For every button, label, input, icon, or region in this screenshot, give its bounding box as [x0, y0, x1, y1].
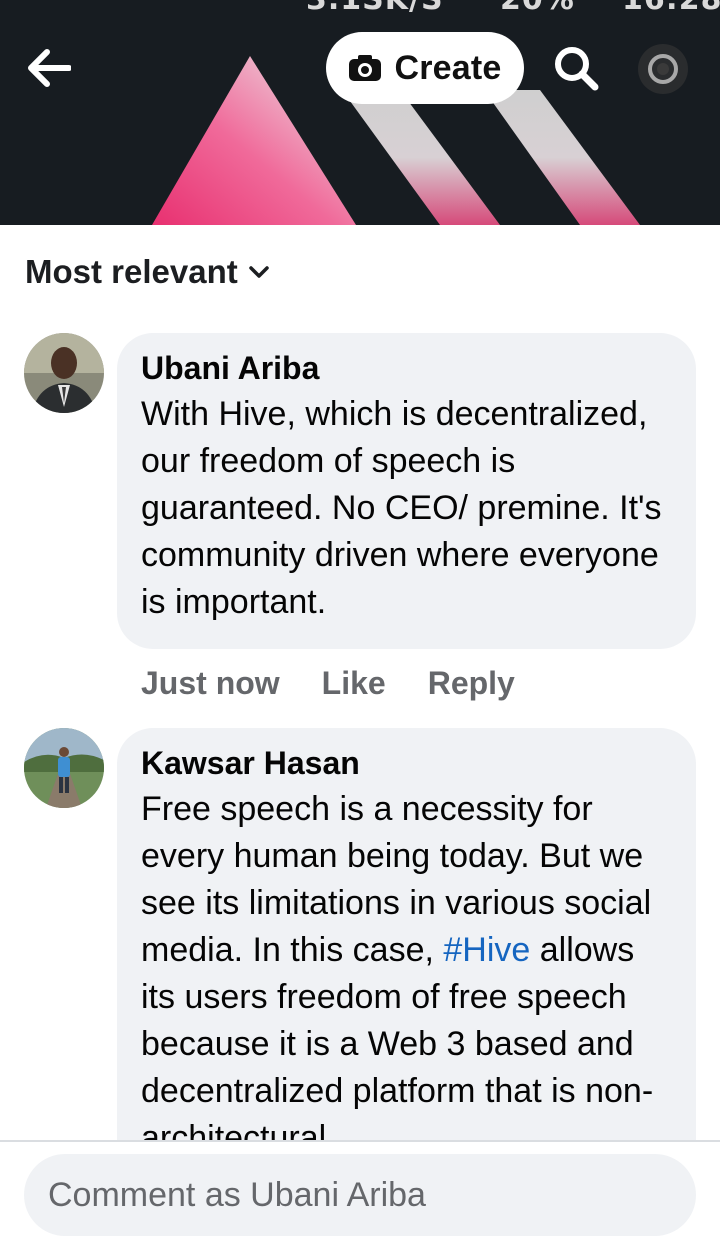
status-bar: 3.1SK/S 20% 16:28: [300, 0, 720, 17]
avatar[interactable]: [24, 333, 104, 413]
like-button[interactable]: Like: [322, 665, 386, 702]
sort-dropdown[interactable]: Most relevant: [25, 250, 270, 294]
camera-icon: [349, 55, 382, 81]
profile-icon: [648, 54, 678, 84]
comment-bubble[interactable]: Kawsar Hasan Free speech is a necessity …: [117, 728, 696, 1188]
back-arrow-icon: [28, 49, 71, 87]
search-button[interactable]: [548, 40, 604, 96]
comment-author[interactable]: Kawsar Hasan: [141, 744, 674, 782]
back-button[interactable]: [22, 44, 74, 92]
avatar-photo-ubani-ariba: [24, 333, 104, 413]
comment-bubble[interactable]: Ubani Ariba With Hive, which is decentra…: [117, 333, 696, 649]
reply-button[interactable]: Reply: [428, 665, 515, 702]
avatar[interactable]: [24, 728, 104, 808]
sort-label: Most relevant: [25, 253, 238, 290]
create-button[interactable]: Create: [326, 32, 524, 104]
chevron-down-icon: [248, 266, 269, 278]
search-icon: [555, 47, 599, 91]
comment-actions: Just now Like Reply: [141, 660, 515, 706]
status-time: 16:28: [622, 0, 720, 17]
status-battery: 20%: [500, 0, 575, 17]
hashtag-link[interactable]: #Hive: [443, 931, 530, 969]
comment-composer-bar: [0, 1140, 720, 1248]
profile-button[interactable]: [638, 44, 688, 94]
cover-banner: 3.1SK/S 20% 16:28 Create: [0, 0, 720, 225]
create-button-label: Create: [394, 48, 502, 87]
avatar-photo-kawsar-hasan: [24, 728, 104, 808]
comment-text: Free speech is a necessity for every hum…: [141, 786, 674, 1162]
comment-text: With Hive, which is decentralized, our f…: [141, 395, 662, 621]
comment-timestamp: Just now: [141, 664, 280, 701]
comment-author[interactable]: Ubani Ariba: [141, 349, 674, 387]
comment-input[interactable]: [24, 1154, 696, 1236]
status-network-speed: 3.1SK/S: [306, 0, 444, 17]
